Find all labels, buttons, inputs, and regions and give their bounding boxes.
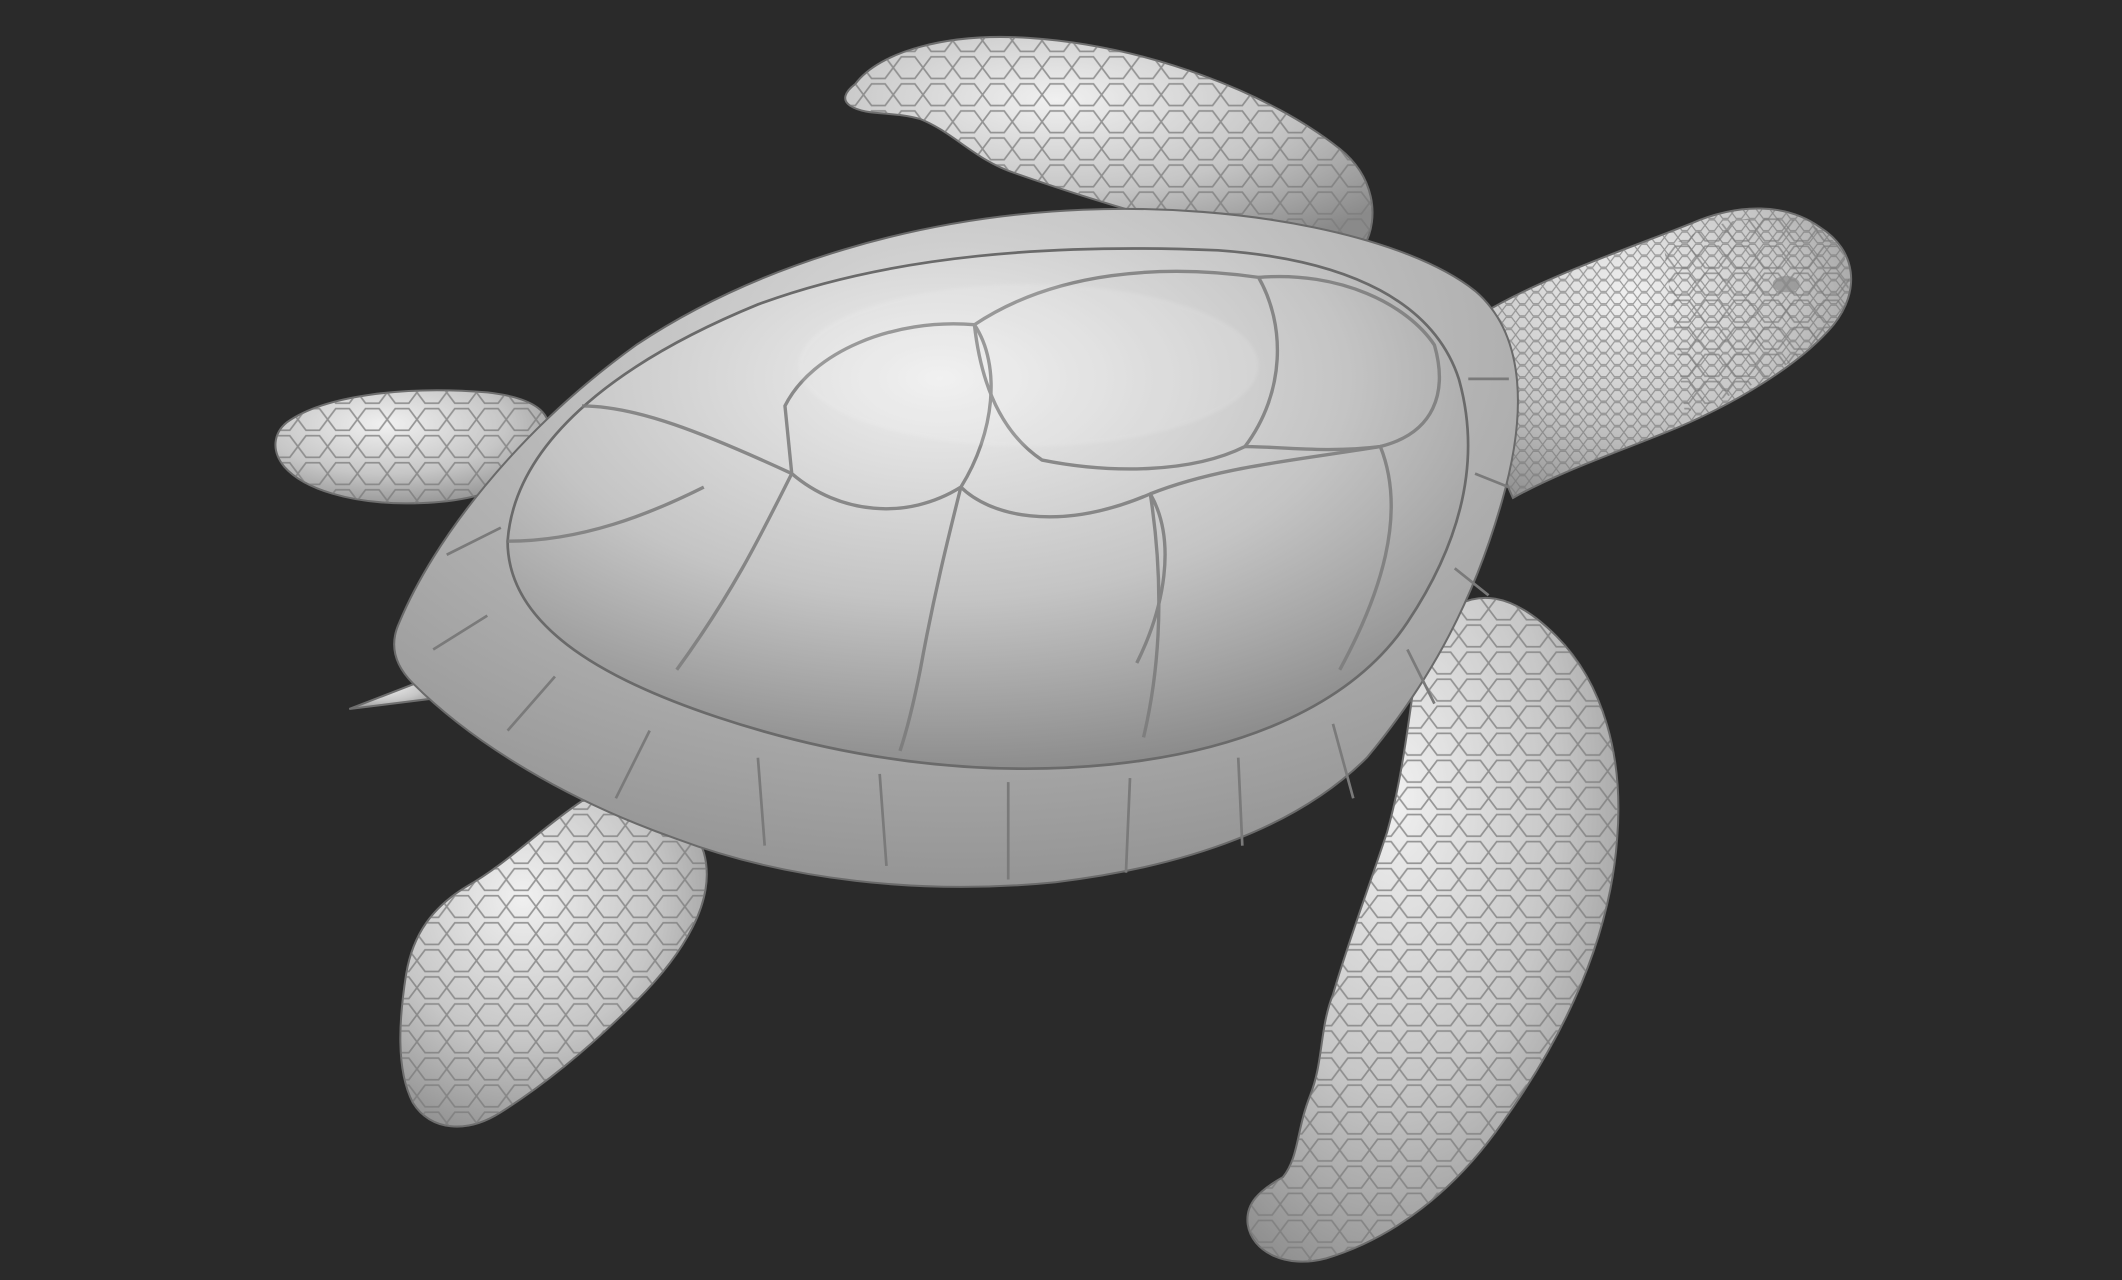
shell-carapace — [506, 247, 1470, 770]
turtle-sculpt-render — [274, 36, 1853, 1263]
sculpt-viewport[interactable] — [0, 0, 2122, 1280]
turtle-head — [1480, 207, 1853, 500]
rear-right-flipper — [399, 797, 708, 1128]
